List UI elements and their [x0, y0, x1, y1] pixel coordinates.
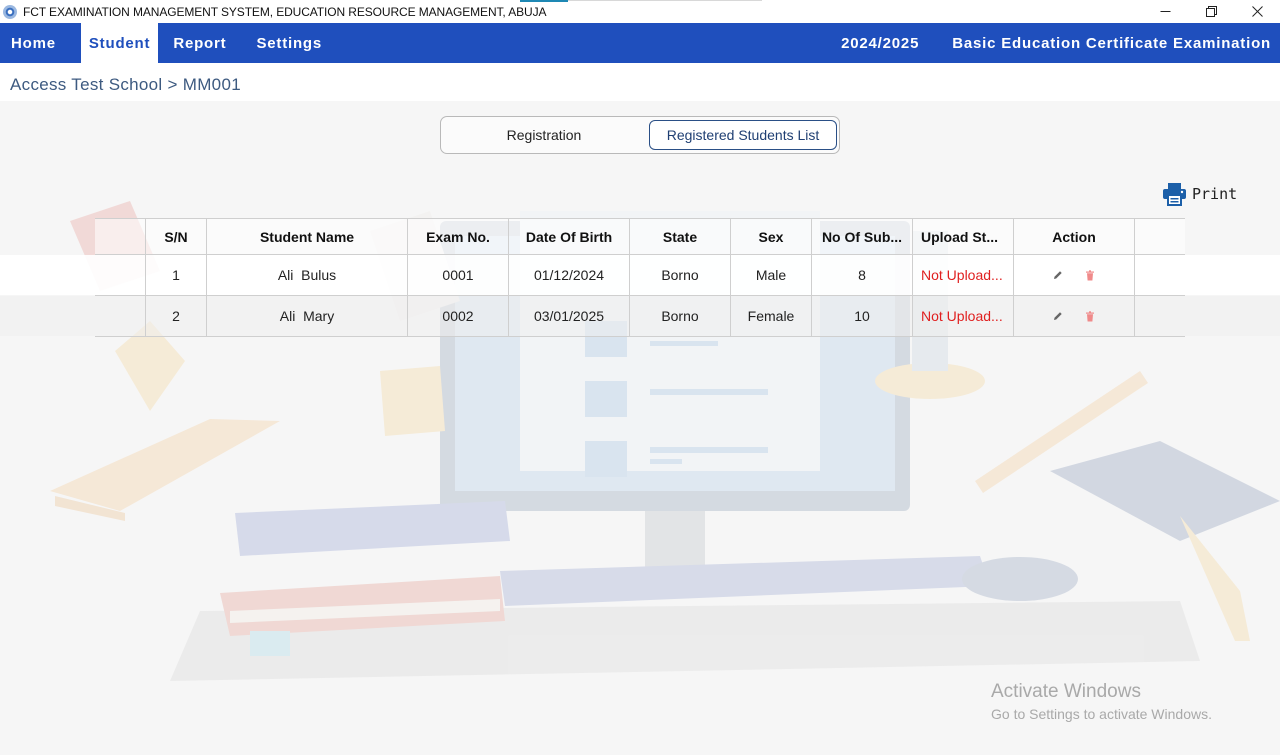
- row-highlight: [1185, 296, 1280, 336]
- cell-exam-no: 0001: [408, 255, 509, 295]
- close-button[interactable]: [1234, 0, 1280, 23]
- nav-settings[interactable]: Settings: [241, 23, 337, 63]
- trash-icon: [1086, 269, 1094, 280]
- cell-exam-no: 0002: [408, 296, 509, 336]
- header-no-of-subjects[interactable]: No Of Sub...: [812, 219, 913, 254]
- row-highlight: [0, 255, 95, 295]
- header-sn[interactable]: S/N: [146, 219, 207, 254]
- cell-sn: 1: [146, 255, 207, 295]
- cell-upload-status: Not Upload...: [913, 255, 1014, 295]
- header-upload-status[interactable]: Upload St...: [913, 219, 1014, 254]
- print-label: Print: [1192, 185, 1238, 203]
- header-student-name[interactable]: Student Name: [207, 219, 408, 254]
- window-title: FCT EXAMINATION MANAGEMENT SYSTEM, EDUCA…: [23, 4, 547, 19]
- table-row[interactable]: 2 Ali Mary 0002 03/01/2025 Borno Female …: [0, 296, 1280, 337]
- cell-date-of-birth: 03/01/2025: [509, 296, 630, 336]
- row-highlight: [0, 296, 95, 336]
- cell-sn: 2: [146, 296, 207, 336]
- nav-report[interactable]: Report: [158, 23, 241, 63]
- table-row[interactable]: 1 Ali Bulus 0001 01/12/2024 Borno Male 8…: [0, 255, 1280, 296]
- delete-button[interactable]: [1084, 310, 1096, 322]
- exam-type-label: Basic Education Certificate Examination: [952, 34, 1271, 52]
- background-illustration: [50, 201, 1280, 681]
- print-button[interactable]: Print: [1162, 182, 1237, 206]
- header-state[interactable]: State: [630, 219, 731, 254]
- cell-filler: [1135, 296, 1185, 336]
- app-logo-icon: [3, 4, 17, 19]
- restore-button[interactable]: [1188, 0, 1234, 23]
- row-select[interactable]: [95, 296, 146, 336]
- title-accent: [520, 0, 568, 2]
- cell-action: [1014, 296, 1135, 336]
- header-select: [95, 219, 146, 254]
- cell-state: Borno: [630, 255, 731, 295]
- trash-icon: [1086, 310, 1094, 321]
- nav-home[interactable]: Home: [0, 23, 71, 63]
- cell-upload-status: Not Upload...: [913, 296, 1014, 336]
- pencil-icon: [1054, 271, 1062, 279]
- cell-no-of-subjects: 10: [812, 296, 913, 336]
- printer-icon: [1163, 183, 1186, 206]
- cell-filler: [1135, 255, 1185, 295]
- row-highlight: [1185, 255, 1280, 295]
- header-date-of-birth[interactable]: Date Of Birth: [509, 219, 630, 254]
- breadcrumb-bar: Access Test School > MM001: [0, 63, 1280, 101]
- cell-action: [1014, 255, 1135, 295]
- edit-button[interactable]: [1052, 269, 1064, 281]
- breadcrumb: Access Test School > MM001: [10, 75, 241, 94]
- header-action[interactable]: Action: [1014, 219, 1135, 254]
- cell-student-name: Ali Bulus: [207, 255, 408, 295]
- registered-students-table: S/N Student Name Exam No. Date Of Birth …: [0, 218, 1280, 337]
- cell-no-of-subjects: 8: [812, 255, 913, 295]
- tab-registered-students-list[interactable]: Registered Students List: [649, 120, 837, 150]
- restore-icon: [1205, 6, 1217, 17]
- pencil-icon: [1054, 312, 1062, 320]
- delete-button[interactable]: [1084, 269, 1096, 281]
- nav-right-info: 2024/2025 Basic Education Certificate Ex…: [808, 23, 1271, 63]
- table-header-row: S/N Student Name Exam No. Date Of Birth …: [95, 218, 1185, 255]
- header-exam-no[interactable]: Exam No.: [408, 219, 509, 254]
- row-select[interactable]: [95, 255, 146, 295]
- minimize-button[interactable]: [1142, 0, 1188, 23]
- cell-student-name: Ali Mary: [207, 296, 408, 336]
- activate-windows-hint: Go to Settings to activate Windows.: [991, 706, 1212, 722]
- edit-button[interactable]: [1052, 310, 1064, 322]
- session-label: 2024/2025: [841, 34, 920, 52]
- cell-sex: Male: [731, 255, 812, 295]
- main-navbar: Home Student Report Settings 2024/2025 B…: [0, 23, 1280, 63]
- title-accent-line: [568, 0, 762, 1]
- nav-student[interactable]: Student: [80, 23, 159, 63]
- cell-state: Borno: [630, 296, 731, 336]
- cell-date-of-birth: 01/12/2024: [509, 255, 630, 295]
- activate-windows-title: Activate Windows: [991, 681, 1141, 702]
- minimize-icon: [1160, 11, 1170, 12]
- view-tabs: Registration Registered Students List: [440, 116, 840, 154]
- cell-sex: Female: [731, 296, 812, 336]
- header-filler: [1135, 219, 1185, 254]
- header-sex[interactable]: Sex: [731, 219, 812, 254]
- title-bar: FCT EXAMINATION MANAGEMENT SYSTEM, EDUCA…: [0, 0, 1280, 23]
- close-icon: [1251, 6, 1263, 17]
- tab-registration[interactable]: Registration: [444, 120, 644, 150]
- window-controls: [1142, 0, 1280, 23]
